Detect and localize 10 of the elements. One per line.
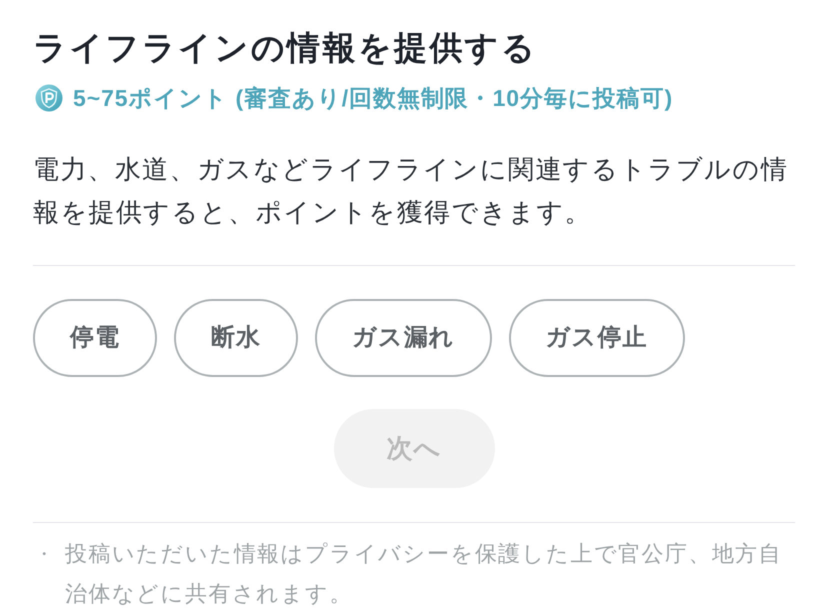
category-chip[interactable]: 停電 [33, 299, 157, 377]
category-chip[interactable]: 断水 [174, 299, 298, 377]
category-chip[interactable]: ガス停止 [508, 299, 685, 377]
note-text: 投稿いただいた情報はプライバシーを保護した上で官公庁、地方自治体などに共有されます。 [65, 540, 783, 608]
point-coin-icon [35, 84, 63, 112]
description-text: 電力、水道、ガスなどライフラインに関連するトラブルの情報を提供すると、ポイントを獲得できます。 [33, 153, 790, 229]
note-bullet: ・ [34, 543, 54, 566]
page-title: ライフラインの情報を提供する [33, 28, 538, 68]
points-info: 5~75ポイント (審査あり/回数無制限・10分毎に投稿可) [73, 84, 674, 113]
category-chip[interactable]: ガス漏れ [314, 299, 492, 377]
